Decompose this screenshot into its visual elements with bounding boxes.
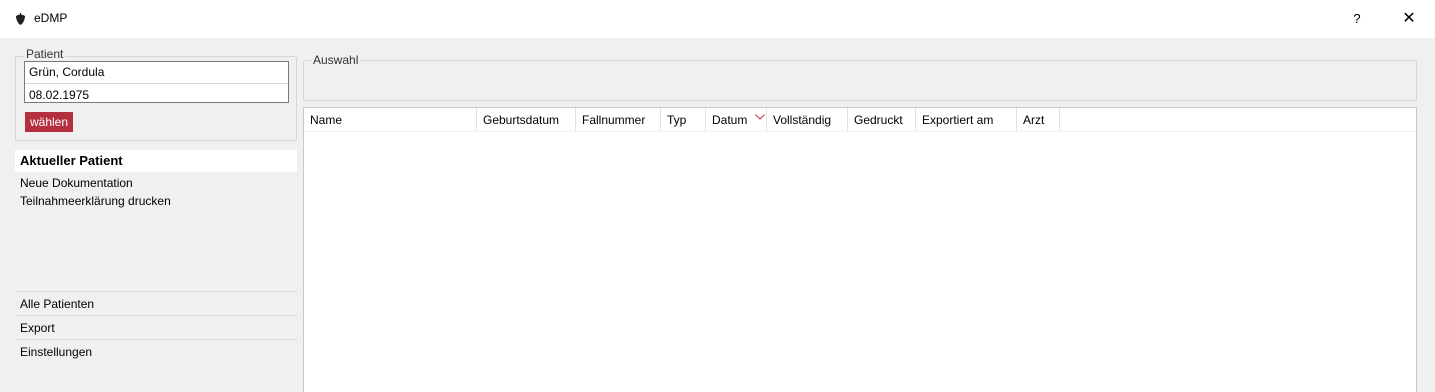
documentation-table[interactable]: Name Geburtsdatum Fallnummer Typ Datum V… bbox=[303, 107, 1417, 392]
column-header-date-label: Datum bbox=[712, 113, 748, 127]
nav-current-patient[interactable]: Aktueller Patient bbox=[15, 150, 297, 172]
title-bar: eDMP ? ✕ bbox=[0, 0, 1435, 38]
nav-item-print-declaration[interactable]: Teilnahmeerklärung drucken bbox=[20, 194, 171, 208]
column-header-birthdate[interactable]: Geburtsdatum bbox=[477, 108, 576, 131]
acorn-icon bbox=[16, 13, 25, 25]
patient-name: Grün, Cordula bbox=[29, 65, 105, 79]
column-header-case-number[interactable]: Fallnummer bbox=[576, 108, 661, 131]
window-title: eDMP bbox=[34, 11, 68, 25]
nav-item-new-documentation[interactable]: Neue Dokumentation bbox=[20, 176, 133, 190]
nav-item-settings[interactable]: Einstellungen bbox=[20, 345, 92, 359]
select-patient-button[interactable]: wählen bbox=[25, 112, 73, 132]
patient-divider bbox=[25, 83, 288, 84]
column-header-doctor[interactable]: Arzt bbox=[1017, 108, 1060, 131]
patient-info-box: Grün, Cordula 08.02.1975 bbox=[24, 61, 289, 103]
nav-item-export[interactable]: Export bbox=[20, 321, 55, 335]
nav-divider bbox=[15, 339, 297, 340]
column-header-complete[interactable]: Vollständig bbox=[767, 108, 848, 131]
column-header-name[interactable]: Name bbox=[304, 108, 477, 131]
column-header-date[interactable]: Datum bbox=[706, 108, 767, 131]
nav-divider bbox=[15, 315, 297, 316]
patient-birthdate: 08.02.1975 bbox=[29, 88, 90, 102]
chevron-down-icon bbox=[755, 114, 765, 120]
nav-current-patient-label: Aktueller Patient bbox=[20, 153, 123, 168]
column-header-printed[interactable]: Gedruckt bbox=[848, 108, 916, 131]
column-header-type[interactable]: Typ bbox=[661, 108, 706, 131]
selection-legend: Auswahl bbox=[311, 53, 361, 67]
close-button[interactable]: ✕ bbox=[1395, 6, 1423, 32]
table-header: Name Geburtsdatum Fallnummer Typ Datum V… bbox=[304, 108, 1416, 131]
column-header-exported-at[interactable]: Exportiert am bbox=[916, 108, 1017, 131]
nav-item-all-patients[interactable]: Alle Patienten bbox=[20, 297, 94, 311]
nav-divider bbox=[15, 291, 297, 292]
help-button[interactable]: ? bbox=[1345, 6, 1369, 32]
header-divider bbox=[304, 131, 1416, 132]
patient-legend: Patient bbox=[24, 47, 66, 61]
selection-groupbox bbox=[303, 60, 1417, 101]
